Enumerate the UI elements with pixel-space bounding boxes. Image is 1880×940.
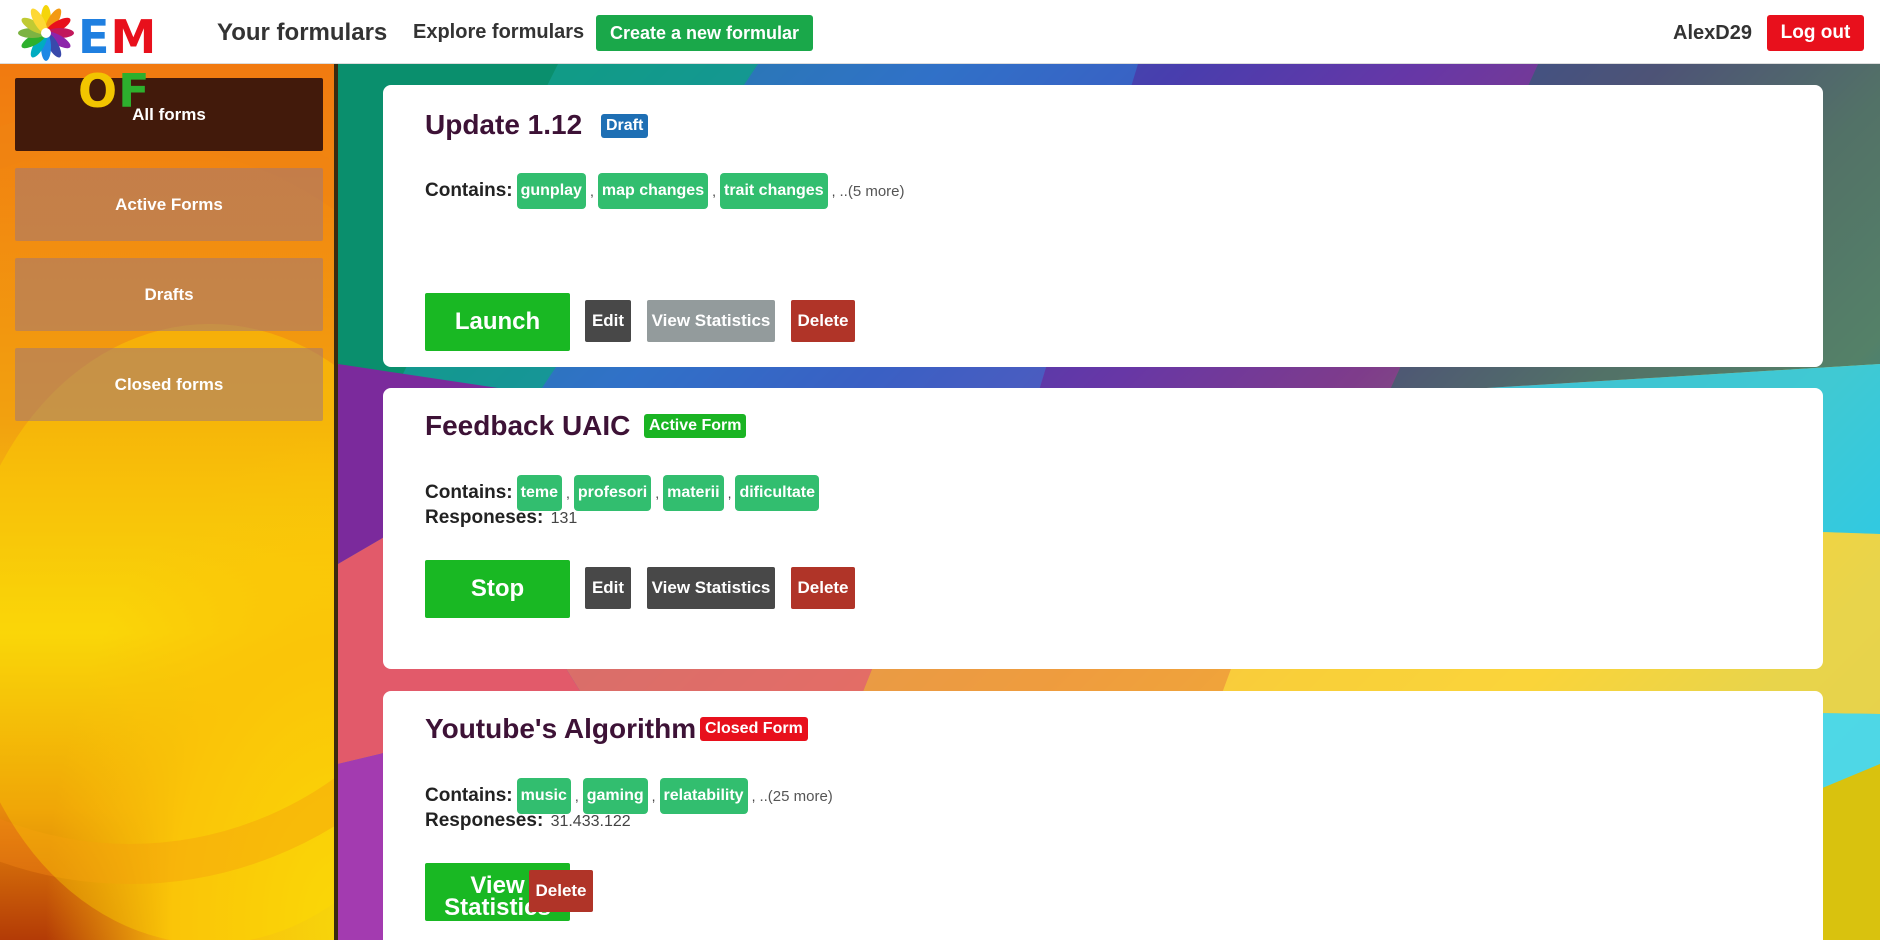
responses-label: Responeses:: [425, 810, 544, 831]
edit-button[interactable]: Edit: [585, 567, 631, 609]
flower-icon: [18, 5, 74, 61]
emof-logo[interactable]: EMOF: [16, 2, 181, 118]
main-content: Update 1.12 Draft Contains: gunplay, map…: [338, 64, 1880, 940]
responses-count: 131: [550, 510, 578, 527]
create-formular-button[interactable]: Create a new formular: [596, 15, 813, 51]
launch-button[interactable]: Launch: [425, 293, 570, 351]
form-title[interactable]: Update 1.12: [425, 109, 582, 141]
contains-row: Contains: music, gaming, relatability, .…: [425, 778, 833, 814]
contains-row: Contains: teme, profesori, materii, difi…: [425, 475, 823, 511]
logo-letter: O: [78, 64, 119, 118]
delete-button[interactable]: Delete: [529, 870, 593, 912]
status-badge: Draft: [601, 114, 649, 138]
nav-explore-formulars[interactable]: Explore formulars: [413, 21, 584, 44]
logo-letter: F: [118, 64, 151, 118]
contains-label: Contains:: [425, 785, 513, 806]
nav-your-formulars[interactable]: Your formulars: [217, 19, 387, 47]
form-card: Feedback UAIC Active Form Contains: teme…: [383, 388, 1823, 669]
sidebar-item-closed-forms[interactable]: Closed forms: [15, 348, 323, 421]
tag[interactable]: relatability: [659, 778, 748, 814]
more-tags[interactable]: ..(5 more): [839, 183, 904, 200]
responses-label: Responeses:: [425, 507, 544, 528]
contains-row: Contains: gunplay, map changes, trait ch…: [425, 173, 905, 209]
responses-row: Responeses: 131: [425, 507, 577, 529]
form-title[interactable]: Youtube's Algorithm: [425, 713, 696, 745]
status-badge: Closed Form: [700, 717, 808, 741]
contains-label: Contains:: [425, 482, 513, 503]
tag[interactable]: dificultate: [735, 475, 820, 511]
tag[interactable]: map changes: [597, 173, 709, 209]
sidebar-item-active-forms[interactable]: Active Forms: [15, 168, 323, 241]
logo-letter: M: [110, 10, 158, 64]
view-statistics-button[interactable]: View Statistics: [647, 567, 775, 609]
form-title[interactable]: Feedback UAIC: [425, 410, 630, 442]
tag[interactable]: materii: [663, 475, 724, 511]
sidebar-item-drafts[interactable]: Drafts: [15, 258, 323, 331]
logo-letter: E: [78, 10, 111, 64]
tag[interactable]: profesori: [573, 475, 652, 511]
username-label[interactable]: AlexD29: [1673, 22, 1752, 45]
tag[interactable]: gaming: [582, 778, 648, 814]
delete-button[interactable]: Delete: [791, 567, 855, 609]
more-tags[interactable]: ..(25 more): [759, 788, 832, 805]
edit-button[interactable]: Edit: [585, 300, 631, 342]
sidebar: All forms Active Forms Drafts Closed for…: [0, 64, 338, 940]
responses-count: 31.433.122: [550, 813, 631, 830]
delete-button[interactable]: Delete: [791, 300, 855, 342]
tag[interactable]: music: [516, 778, 571, 814]
view-statistics-button[interactable]: View Statistics: [647, 300, 775, 342]
form-card: Youtube's Algorithm Closed Form Contains…: [383, 691, 1823, 940]
stop-button[interactable]: Stop: [425, 560, 570, 618]
logout-button[interactable]: Log out: [1767, 15, 1864, 51]
form-card: Update 1.12 Draft Contains: gunplay, map…: [383, 85, 1823, 367]
tag[interactable]: gunplay: [516, 173, 586, 209]
logo-text: EMOF: [78, 10, 181, 118]
responses-row: Responeses: 31.433.122: [425, 810, 631, 832]
tag[interactable]: trait changes: [720, 173, 828, 209]
status-badge: Active Form: [644, 414, 747, 438]
contains-label: Contains:: [425, 180, 513, 201]
top-navbar: EMOF Your formulars Explore formulars Cr…: [0, 0, 1880, 118]
tag[interactable]: teme: [516, 475, 562, 511]
